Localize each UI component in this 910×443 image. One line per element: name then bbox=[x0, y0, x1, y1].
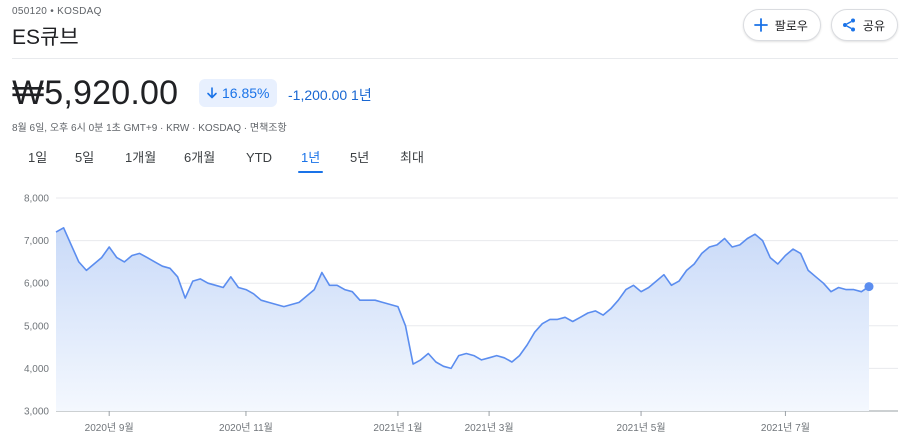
tab-range-6[interactable]: 5년 bbox=[350, 149, 369, 175]
x-tick-label: 2020년 11월 bbox=[219, 422, 273, 434]
share-label: 공유 bbox=[862, 18, 885, 33]
plus-icon bbox=[753, 18, 768, 32]
y-tick-label: 5,000 bbox=[24, 321, 49, 332]
tab-range-7[interactable]: 최대 bbox=[400, 149, 424, 175]
share-icon bbox=[842, 18, 855, 32]
price-area bbox=[56, 227, 869, 411]
x-tick-label: 2021년 7월 bbox=[761, 422, 810, 434]
x-tick-label: 2021년 1월 bbox=[373, 422, 422, 434]
x-tick-label: 2020년 9월 bbox=[85, 422, 134, 434]
current-price: ₩5,920.00 bbox=[12, 74, 179, 112]
y-tick-label: 7,000 bbox=[24, 236, 49, 247]
follow-label: 팔로우 bbox=[774, 18, 808, 33]
ticker-line: 050120 • KOSDAQ bbox=[12, 6, 102, 17]
y-tick-label: 3,000 bbox=[24, 407, 49, 418]
y-tick-label: 6,000 bbox=[24, 279, 49, 290]
tab-range-0[interactable]: 1일 bbox=[28, 149, 47, 175]
company-name: ES큐브 bbox=[12, 26, 79, 49]
header-divider bbox=[12, 58, 898, 59]
y-tick-label: 8,000 bbox=[24, 194, 49, 205]
tab-range-4[interactable]: YTD bbox=[246, 149, 272, 175]
tab-range-2[interactable]: 1개월 bbox=[125, 149, 156, 175]
last-price-point bbox=[864, 282, 874, 292]
header-actions: 팔로우 공유 bbox=[742, 9, 898, 41]
tab-range-5[interactable]: 1년 bbox=[297, 149, 324, 175]
x-tick-label: 2021년 3월 bbox=[465, 422, 514, 434]
percent-change-chip: 16.85% bbox=[199, 79, 278, 107]
tab-range-3[interactable]: 6개월 bbox=[184, 149, 215, 175]
percent-change: 16.85% bbox=[222, 85, 270, 101]
arrow-down-icon bbox=[207, 87, 217, 99]
quote-meta: 8월 6일, 오후 6시 0분 1초 GMT+9 · KRW · KOSDAQ … bbox=[12, 123, 287, 134]
tab-range-1[interactable]: 5일 bbox=[75, 149, 94, 175]
y-tick-label: 4,000 bbox=[24, 364, 49, 375]
x-tick-label: 2021년 5월 bbox=[617, 422, 666, 434]
follow-button[interactable]: 팔로우 bbox=[742, 9, 821, 41]
price-chart[interactable]: 8,000 7,000 6,000 5,000 4,000 3,000 2020년 9월 2… bbox=[0, 180, 910, 443]
share-button[interactable]: 공유 bbox=[830, 9, 898, 41]
absolute-change: -1,200.00 1년 bbox=[288, 87, 372, 103]
